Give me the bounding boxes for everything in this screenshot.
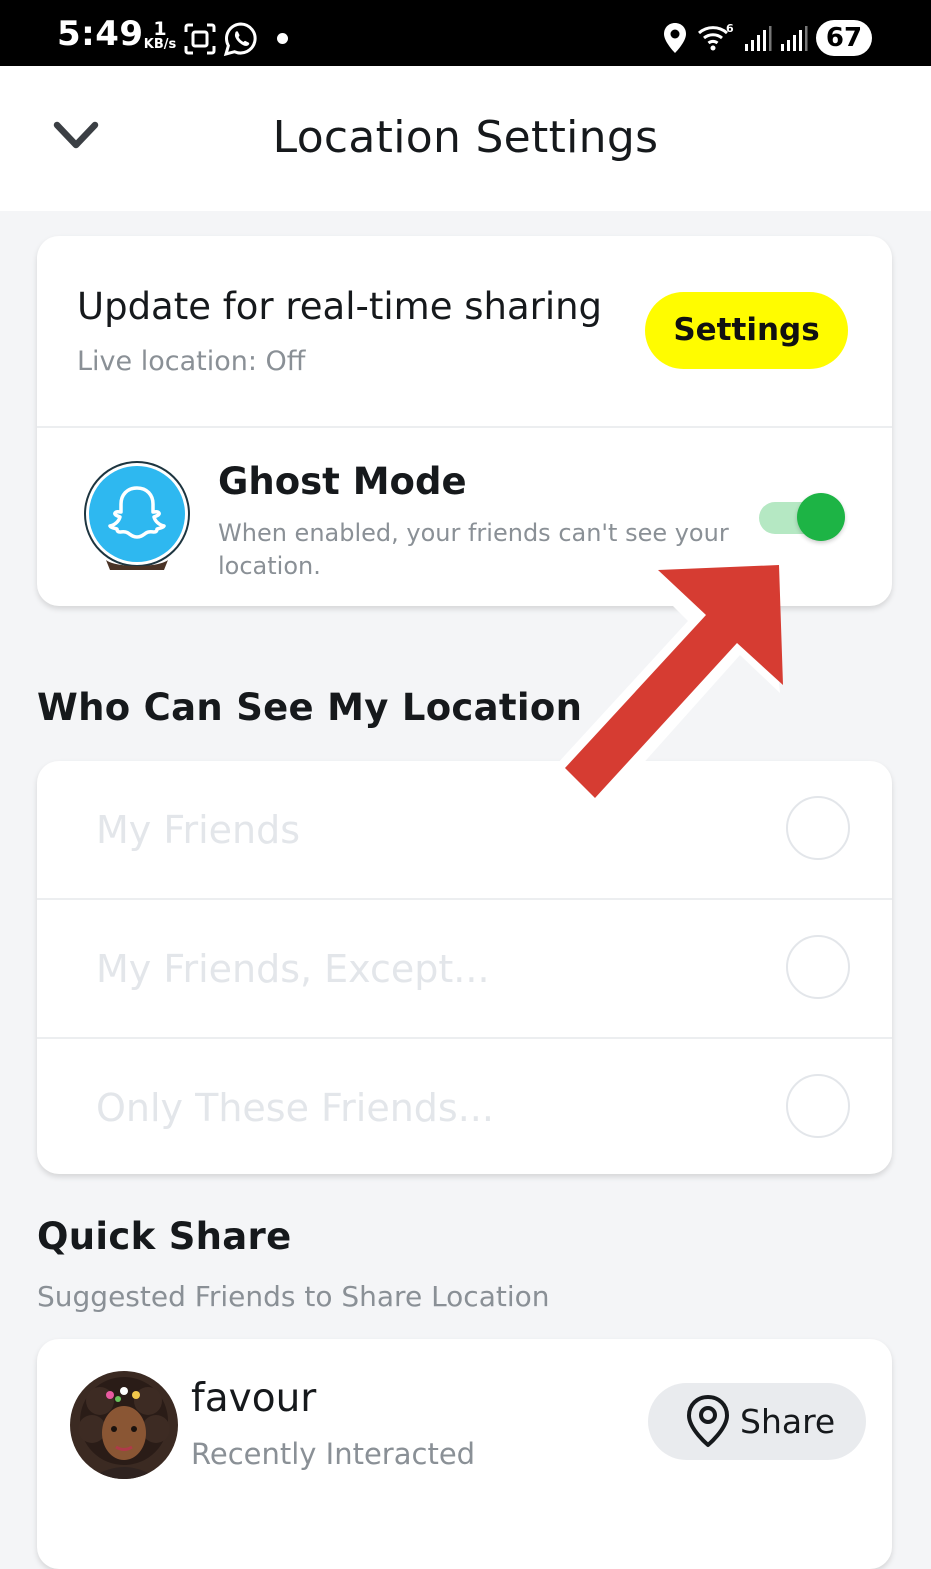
whatsapp-icon [223, 22, 257, 57]
option-my-friends-except[interactable]: My Friends, Except... [96, 947, 490, 991]
who-can-see-title: Who Can See My Location [37, 686, 583, 729]
screenshot-icon [184, 23, 216, 55]
ghost-avatar [89, 466, 185, 562]
page-title: Location Settings [272, 112, 659, 163]
dot-icon [277, 33, 288, 44]
friend-avatar[interactable] [70, 1371, 178, 1479]
ghost-mode-title: Ghost Mode [218, 460, 467, 503]
option-my-friends[interactable]: My Friends [96, 808, 300, 852]
divider [37, 1037, 892, 1039]
network-speed: 1 KB/s [142, 18, 178, 52]
battery-icon: 67 [816, 20, 872, 56]
status-bar: 5:49 1 KB/s 6 67 [0, 0, 931, 66]
settings-button[interactable]: Settings [645, 292, 848, 369]
friend-name: favour [191, 1376, 317, 1421]
location-pin-icon [687, 1395, 729, 1447]
network-speed-value: 1 [153, 18, 167, 40]
radio-my-friends-except[interactable] [786, 935, 850, 999]
signal-icon [781, 26, 808, 51]
network-speed-unit: KB/s [143, 37, 177, 52]
avatar-base-icon [106, 560, 168, 570]
red-arrow-icon [556, 557, 783, 805]
wifi-icon: 6 [698, 22, 734, 51]
ghost-mode-toggle-knob[interactable] [797, 493, 845, 541]
bitmoji-icon [78, 1377, 170, 1479]
snapchat-ghost-icon [108, 486, 166, 539]
divider [37, 898, 892, 900]
status-time: 5:49 [57, 14, 144, 54]
divider [37, 426, 892, 428]
live-location-status: Live location: Off [77, 346, 306, 377]
svg-text:6: 6 [726, 22, 734, 35]
quick-share-title: Quick Share [37, 1215, 292, 1258]
option-only-these-friends[interactable]: Only These Friends... [96, 1086, 494, 1130]
share-button-label: Share [740, 1402, 836, 1441]
location-icon [664, 23, 686, 53]
radio-only-these-friends[interactable] [786, 1074, 850, 1138]
live-location-title: Update for real-time sharing [77, 285, 603, 328]
signal-icon [745, 26, 772, 51]
quick-share-subtitle: Suggested Friends to Share Location [37, 1280, 550, 1313]
friend-subtitle: Recently Interacted [191, 1437, 476, 1471]
